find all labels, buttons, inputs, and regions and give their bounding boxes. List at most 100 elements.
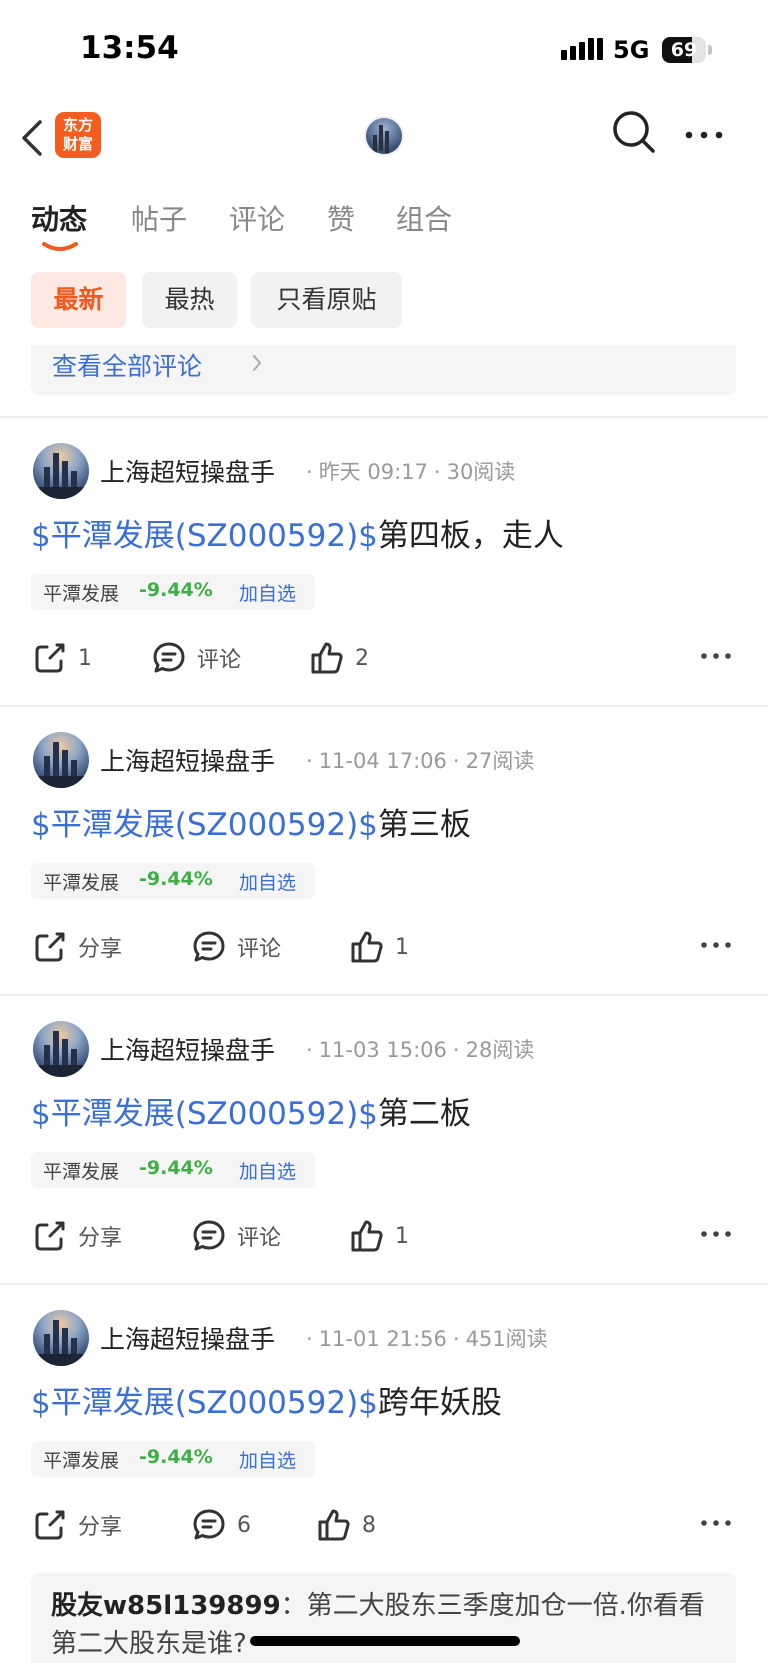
- comment-button[interactable]: 评论: [190, 927, 281, 967]
- post-content[interactable]: $平潭发展(SZ000592)$第三板: [31, 803, 471, 847]
- more-horizontal-icon: [685, 131, 723, 139]
- add-to-watchlist-button[interactable]: 加自选: [239, 1446, 296, 1473]
- tab-comments[interactable]: 评论: [229, 198, 285, 238]
- sort-filters: 最新 最热 只看原贴: [0, 272, 768, 330]
- comment-button[interactable]: 评论: [150, 638, 241, 678]
- post-time: 11-04 17:06: [318, 749, 447, 773]
- post-author[interactable]: 上海超短操盘手: [100, 1320, 275, 1356]
- share-button[interactable]: 分享: [31, 1505, 122, 1545]
- post-author[interactable]: 上海超短操盘手: [100, 742, 275, 778]
- tab-dynamics[interactable]: 动态: [31, 198, 87, 238]
- post-meta: · 11-01 21:56 · 451阅读: [306, 1327, 548, 1351]
- share-icon: [35, 1510, 65, 1540]
- stock-change: -9.44%: [139, 579, 213, 601]
- tab-posts[interactable]: 帖子: [131, 198, 187, 238]
- reply-content: 股友w85l139899：第二大股东三季度加仓一倍.你看看第二大股东是谁?: [51, 1587, 721, 1663]
- avatar[interactable]: [33, 443, 89, 499]
- share-icon: [35, 1221, 65, 1251]
- post-content[interactable]: $平潭发展(SZ000592)$第二板: [31, 1092, 471, 1136]
- comment-label: 评论: [237, 937, 282, 962]
- reply-user[interactable]: 股友w85l139899: [51, 1591, 281, 1621]
- status-time: 13:54: [80, 30, 179, 66]
- add-to-watchlist-button[interactable]: 加自选: [239, 868, 296, 895]
- post-text: 跨年妖股: [377, 1385, 502, 1421]
- share-icon: [35, 932, 65, 962]
- like-label: 8: [362, 1512, 376, 1538]
- stock-tag-link[interactable]: $平潭发展(SZ000592)$: [31, 807, 378, 843]
- search-button[interactable]: [610, 108, 658, 156]
- more-horizontal-icon[interactable]: [698, 1224, 734, 1244]
- app-logo[interactable]: 东方 财富: [55, 112, 101, 158]
- cellular-signal-icon: [561, 38, 603, 60]
- app-logo-line2: 财富: [62, 135, 93, 153]
- profile-avatar[interactable]: [366, 118, 402, 154]
- avatar[interactable]: [33, 1021, 89, 1077]
- back-button[interactable]: [14, 114, 54, 162]
- like-button[interactable]: 8: [315, 1505, 376, 1545]
- stock-tag-link[interactable]: $平潭发展(SZ000592)$: [31, 1096, 378, 1132]
- post-author[interactable]: 上海超短操盘手: [100, 1031, 275, 1067]
- stock-name: 平潭发展: [43, 1161, 120, 1183]
- network-type: 5G: [613, 36, 650, 64]
- comment-label: 6: [237, 1512, 251, 1538]
- post-reads: 27阅读: [465, 749, 535, 773]
- more-button[interactable]: [680, 120, 728, 150]
- post-meta: · 11-03 15:06 · 28阅读: [306, 1038, 535, 1062]
- post-text: 第二板: [377, 1096, 471, 1132]
- avatar[interactable]: [33, 732, 89, 788]
- add-to-watchlist-button[interactable]: 加自选: [239, 1157, 296, 1184]
- stock-quote-chip[interactable]: 平潭发展 -9.44% 加自选: [31, 1152, 315, 1188]
- post-reads: 30阅读: [446, 460, 516, 484]
- filter-hottest[interactable]: 最热: [142, 272, 237, 328]
- post-card[interactable]: 上海超短操盘手 · 11-04 17:06 · 27阅读 $平潭发展(SZ000592)$…: [0, 707, 768, 995]
- post-content[interactable]: $平潭发展(SZ000592)$跨年妖股: [31, 1381, 502, 1425]
- like-button[interactable]: 1: [348, 1216, 409, 1256]
- thumbs-up-icon: [351, 931, 383, 963]
- stock-quote-chip[interactable]: 平潭发展 -9.44% 加自选: [31, 1441, 315, 1477]
- comment-button[interactable]: 6: [190, 1505, 251, 1545]
- post-card[interactable]: 上海超短操盘手 · 11-03 15:06 · 28阅读 $平潭发展(SZ000592)$…: [0, 996, 768, 1284]
- comment-label: 评论: [197, 648, 242, 673]
- status-bar: 13:54 5G 69: [0, 0, 768, 100]
- share-button[interactable]: 分享: [31, 927, 122, 967]
- post-content[interactable]: $平潭发展(SZ000592)$第四板，走人: [31, 514, 564, 558]
- view-all-comments[interactable]: 查看全部评论: [31, 345, 736, 395]
- tab-likes[interactable]: 赞: [327, 198, 355, 238]
- post-author[interactable]: 上海超短操盘手: [100, 453, 275, 489]
- share-button[interactable]: 1: [31, 638, 92, 678]
- share-icon: [35, 643, 65, 673]
- stock-name: 平潭发展: [43, 583, 120, 605]
- add-to-watchlist-button[interactable]: 加自选: [239, 579, 296, 606]
- share-label: 分享: [78, 937, 123, 962]
- post-card[interactable]: 上海超短操盘手 · 昨天 09:17 · 30阅读 $平潭发展(SZ000592)$第四板…: [0, 418, 768, 706]
- post-reads: 28阅读: [465, 1038, 535, 1062]
- filter-latest[interactable]: 最新: [31, 272, 126, 328]
- filter-original-only[interactable]: 只看原贴: [251, 272, 402, 328]
- stock-tag-link[interactable]: $平潭发展(SZ000592)$: [31, 518, 378, 554]
- share-button[interactable]: 分享: [31, 1216, 122, 1256]
- avatar[interactable]: [33, 1310, 89, 1366]
- post-meta: · 11-04 17:06 · 27阅读: [306, 749, 535, 773]
- chevron-left-icon: [22, 120, 42, 156]
- post-card[interactable]: 上海超短操盘手 · 11-01 21:56 · 451阅读 $平潭发展(SZ000592)…: [0, 1285, 768, 1573]
- like-label: 1: [395, 934, 409, 960]
- reply-preview[interactable]: 股友w85l139899：第二大股东三季度加仓一倍.你看看第二大股东是谁?: [31, 1573, 736, 1663]
- stock-name: 平潭发展: [43, 1450, 120, 1472]
- like-button[interactable]: 1: [348, 927, 409, 967]
- comment-button[interactable]: 评论: [190, 1216, 281, 1256]
- thumbs-up-icon: [351, 1220, 383, 1252]
- more-horizontal-icon[interactable]: [698, 935, 734, 955]
- stock-quote-chip[interactable]: 平潭发展 -9.44% 加自选: [31, 863, 315, 899]
- tab-portfolios[interactable]: 组合: [396, 198, 452, 238]
- stock-tag-link[interactable]: $平潭发展(SZ000592)$: [31, 1385, 378, 1421]
- share-label: 1: [78, 645, 92, 671]
- stock-change: -9.44%: [139, 1446, 213, 1468]
- battery-level: 69: [670, 39, 698, 61]
- battery-icon: 69: [662, 37, 712, 63]
- more-horizontal-icon[interactable]: [698, 646, 734, 666]
- like-button[interactable]: 2: [308, 638, 369, 678]
- post-text: 第三板: [377, 807, 471, 843]
- stock-quote-chip[interactable]: 平潭发展 -9.44% 加自选: [31, 574, 315, 610]
- more-horizontal-icon[interactable]: [698, 1513, 734, 1533]
- like-label: 1: [395, 1223, 409, 1249]
